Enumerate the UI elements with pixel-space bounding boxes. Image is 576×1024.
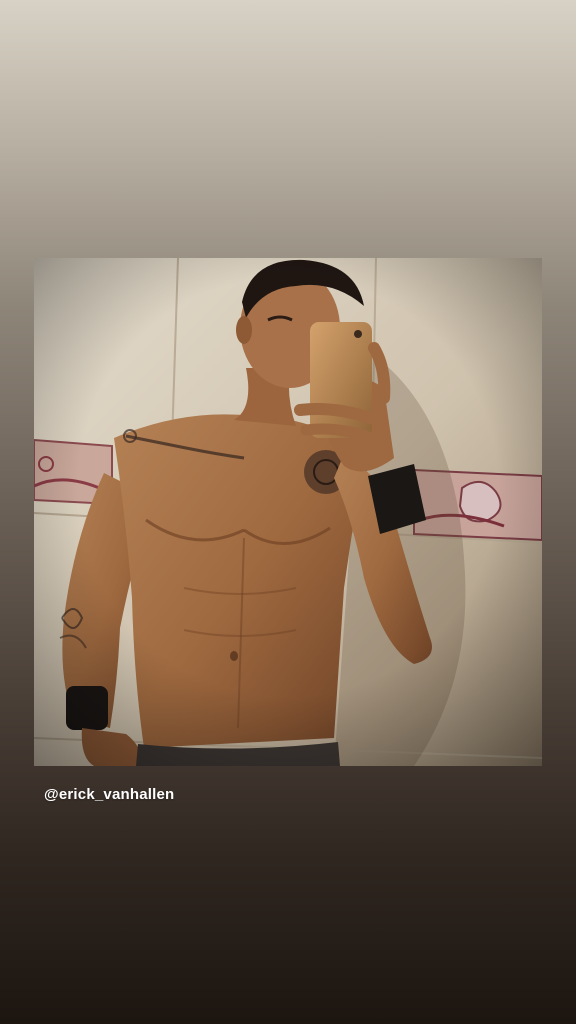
shared-post-photo[interactable] [34,258,542,766]
story-canvas: @erick_vanhallen [0,0,576,1024]
mention-sticker[interactable]: @erick_vanhallen [44,786,174,803]
photo-illustration [34,258,542,766]
